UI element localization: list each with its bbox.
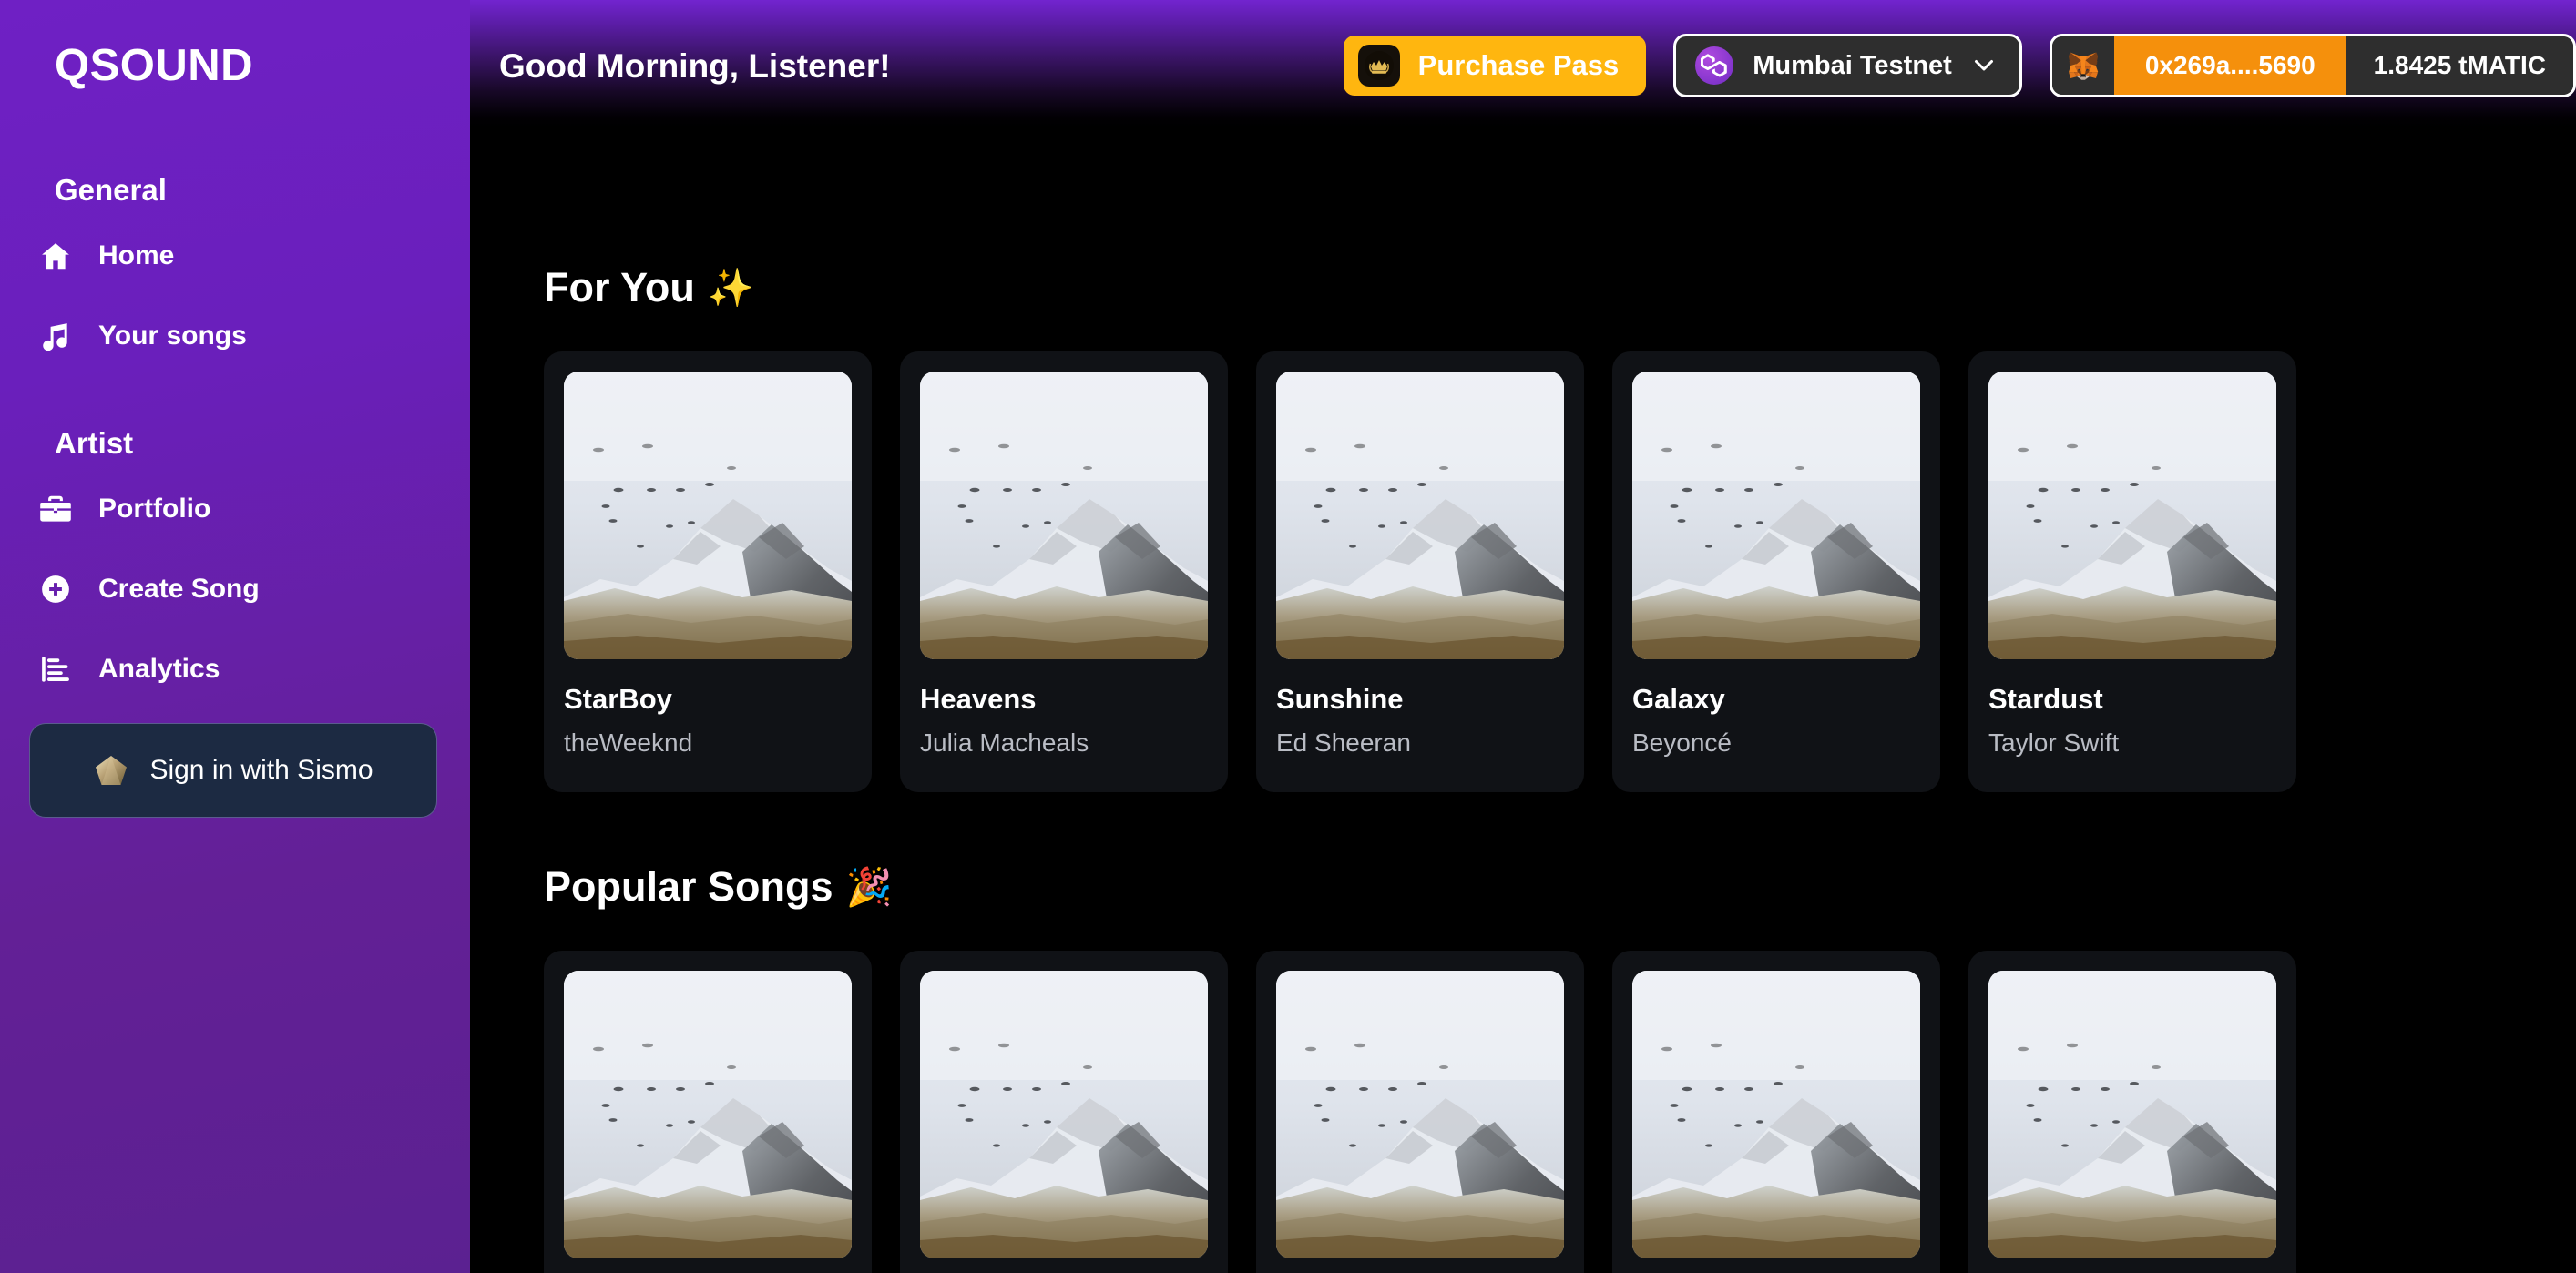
song-card[interactable]: Galaxy Beyoncé (1612, 351, 1940, 792)
sidebar-item-home-label: Home (98, 240, 175, 270)
sidebar-section-general-title: General (55, 173, 167, 207)
album-art (1988, 971, 2276, 1258)
section-for-you-title-text: For You (544, 264, 695, 311)
song-card[interactable]: StarBoy theWeeknd (544, 351, 872, 792)
album-art (920, 971, 1208, 1258)
section-for-you: For You ✨ StarBoy theWeeknd Heavens Juli… (544, 127, 2576, 792)
album-art (1632, 971, 1920, 1258)
song-card[interactable]: Heavens Julia Macheals (900, 951, 1228, 1273)
sismo-pentagon-icon (96, 756, 128, 785)
song-card[interactable]: Stardust Taylor Swift (1968, 951, 2296, 1273)
purchase-pass-button[interactable]: Purchase Pass (1343, 36, 1647, 96)
content-area: For You ✨ StarBoy theWeeknd Heavens Juli… (470, 127, 2576, 1273)
chevron-down-icon (1974, 60, 1993, 71)
song-artist: Taylor Swift (1988, 728, 2120, 757)
song-card[interactable]: Stardust Taylor Swift (1968, 351, 2296, 792)
top-bar: Good Morning, Listener! Purchase Pass Mu… (470, 0, 2576, 127)
song-card[interactable]: StarBoy theWeeknd (544, 951, 872, 1273)
sidebar-item-create-song-label: Create Song (98, 574, 260, 604)
brand-logo[interactable]: QSOUND (0, 0, 470, 91)
sidebar-item-your-songs[interactable]: Your songs (0, 308, 470, 364)
sidebar-item-portfolio[interactable]: Portfolio (0, 481, 470, 537)
sidebar-item-home[interactable]: Home (0, 228, 470, 284)
top-bar-actions: Purchase Pass Mumbai Testnet 0x269a....5… (1343, 34, 2576, 97)
song-title: Sunshine (1276, 683, 1404, 715)
sidebar-section-artist-title: Artist (55, 426, 134, 460)
wallet-balance: 1.8425 tMATIC (2346, 36, 2573, 95)
purchase-pass-label: Purchase Pass (1417, 49, 1620, 81)
app-root: QSOUND General Home Your songs Artist Po… (0, 0, 2576, 1273)
music-note-icon (36, 317, 75, 355)
sidebar: QSOUND General Home Your songs Artist Po… (0, 0, 470, 1273)
album-art (1632, 372, 1920, 659)
song-card[interactable]: Sunshine Ed Sheeran (1256, 351, 1584, 792)
album-art (920, 372, 1208, 659)
polygon-icon (1695, 46, 1734, 85)
section-popular-songs-title-text: Popular Songs (544, 863, 833, 910)
metamask-fox-icon (2051, 36, 2114, 95)
album-art (1276, 372, 1564, 659)
card-row-popular-songs: StarBoy theWeeknd Heavens Julia Macheals… (544, 951, 2576, 1273)
sparkles-icon: ✨ (707, 266, 754, 309)
section-popular-songs-title: Popular Songs 🎉 (544, 792, 2576, 911)
song-title: Stardust (1988, 683, 2103, 715)
sidebar-item-create-song[interactable]: Create Song (0, 561, 470, 617)
main-area: Good Morning, Listener! Purchase Pass Mu… (470, 0, 2576, 1273)
song-title: StarBoy (564, 683, 672, 715)
song-artist: Julia Macheals (920, 728, 1089, 757)
album-art (564, 971, 852, 1258)
sidebar-item-portfolio-label: Portfolio (98, 494, 211, 524)
wallet-widget[interactable]: 0x269a....5690 1.8425 tMATIC (2049, 34, 2576, 97)
song-artist: theWeeknd (564, 728, 693, 757)
wallet-address[interactable]: 0x269a....5690 (2113, 36, 2346, 95)
song-card[interactable]: Galaxy Beyoncé (1612, 951, 1940, 1273)
home-icon (36, 237, 75, 275)
crown-badge-icon (1357, 45, 1400, 87)
sidebar-nav-artist: Portfolio Create Song Analytics (0, 481, 470, 698)
briefcase-icon (36, 490, 75, 528)
album-art (1988, 372, 2276, 659)
network-selector-label: Mumbai Testnet (1753, 50, 1952, 80)
song-artist: Beyoncé (1632, 728, 1732, 757)
sidebar-nav-general: Home Your songs (0, 228, 470, 364)
party-popper-icon: 🎉 (845, 865, 893, 908)
sidebar-item-analytics-label: Analytics (98, 654, 220, 684)
song-card[interactable]: Sunshine Ed Sheeran (1256, 951, 1584, 1273)
card-row-for-you: StarBoy theWeeknd Heavens Julia Macheals… (544, 351, 2576, 792)
section-for-you-title: For You ✨ (544, 127, 2576, 311)
song-title: Galaxy (1632, 683, 1725, 715)
sidebar-item-your-songs-label: Your songs (98, 321, 247, 351)
album-art (564, 372, 852, 659)
bar-chart-icon (36, 650, 75, 688)
sign-in-with-sismo-label: Sign in with Sismo (149, 755, 373, 785)
section-popular-songs: Popular Songs 🎉 StarBoy theWeeknd Heaven… (544, 792, 2576, 1273)
sidebar-item-analytics[interactable]: Analytics (0, 641, 470, 698)
plus-circle-icon (36, 570, 75, 608)
network-selector[interactable]: Mumbai Testnet (1673, 34, 2022, 97)
song-title: Heavens (920, 683, 1037, 715)
sign-in-with-sismo-button[interactable]: Sign in with Sismo (29, 723, 437, 818)
greeting-text: Good Morning, Listener! (499, 47, 891, 85)
song-card[interactable]: Heavens Julia Macheals (900, 351, 1228, 792)
album-art (1276, 971, 1564, 1258)
song-artist: Ed Sheeran (1276, 728, 1411, 757)
